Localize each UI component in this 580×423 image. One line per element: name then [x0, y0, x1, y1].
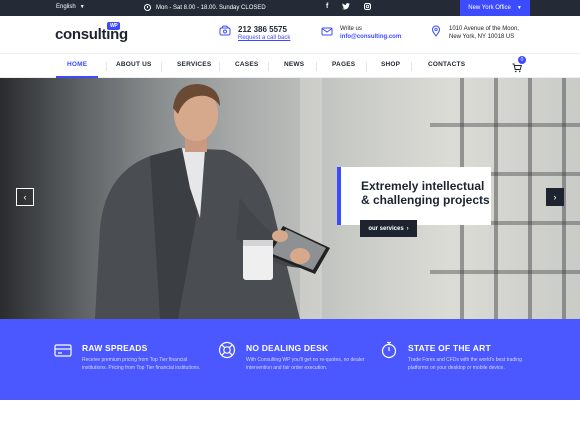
nav-divider: [219, 62, 220, 71]
facebook-icon[interactable]: f: [326, 3, 328, 10]
phone-number: 212 386 5575: [238, 25, 287, 34]
address-line-2: New York, NY 10018 US: [449, 34, 515, 40]
chevron-down-icon: ▼: [79, 4, 85, 10]
cart-button[interactable]: 0: [512, 56, 526, 73]
nav-divider: [161, 62, 162, 71]
language-select[interactable]: English ▼: [56, 4, 85, 10]
chevron-right-icon: ›: [553, 192, 557, 202]
nav-item-cases[interactable]: CASES: [235, 61, 258, 68]
nav-item-shop[interactable]: SHOP: [381, 61, 400, 68]
nav-divider: [366, 62, 367, 71]
slider-prev-button[interactable]: ‹: [16, 188, 34, 206]
cart-count-badge: 0: [518, 56, 526, 64]
our-services-label: our services: [368, 225, 404, 232]
feature-title: RAW SPREADS: [82, 343, 148, 353]
email-info: Write us info@consulting.com: [321, 25, 401, 41]
map-pin-icon: [431, 25, 441, 37]
feature-title: STATE OF THE ART: [408, 343, 491, 353]
address-line-1: 1010 Avenue of the Moon,: [449, 26, 519, 32]
twitter-icon[interactable]: [342, 3, 351, 10]
clock-icon: [144, 4, 151, 11]
cart-icon: [512, 63, 522, 73]
hero-headline-line-1: Extremely intellectual: [361, 179, 485, 193]
address-info: 1010 Avenue of the Moon, New York, NY 10…: [430, 25, 519, 41]
nav-item-services[interactable]: SERVICES: [177, 61, 211, 68]
hero-headline-line-2: & challenging projects: [361, 193, 490, 207]
phone-icon: [219, 25, 231, 36]
site-header: consulting WP 212 386 5575 Request a cal…: [0, 16, 580, 53]
chevron-down-icon: ▼: [516, 5, 522, 11]
chevron-right-icon: ›: [406, 225, 409, 232]
opening-hours-text: Mon - Sat 8.00 - 18.00. Sunday CLOSED: [156, 4, 266, 11]
features-strip: RAW SPREADS Receive premium pricing from…: [0, 319, 580, 400]
card-icon: [54, 344, 72, 357]
site-logo[interactable]: consulting WP: [55, 22, 128, 43]
feature-title: NO DEALING DESK: [246, 343, 329, 353]
phone-info: 212 386 5575 Request a call back: [219, 25, 290, 42]
nav-item-pages[interactable]: PAGES: [332, 61, 355, 68]
page-bottom-area: [0, 400, 580, 423]
nav-item-about-us[interactable]: ABOUT US: [116, 61, 152, 68]
social-links: f: [326, 3, 372, 10]
feature-description: Trade Forex and CFDs with the world's be…: [408, 357, 522, 371]
write-us-label: Write us: [340, 26, 362, 32]
slider-next-button[interactable]: ›: [546, 188, 564, 206]
top-bar: English ▼ Mon - Sat 8.00 - 18.00. Sunday…: [0, 0, 580, 16]
nav-item-contacts[interactable]: CONTACTS: [428, 61, 465, 68]
chevron-left-icon: ‹: [23, 192, 27, 202]
office-select[interactable]: New York Office ▼: [460, 0, 530, 16]
hero-callout: Extremely intellectual & challenging pro…: [337, 167, 491, 225]
stopwatch-icon: [381, 341, 397, 359]
logo-badge: WP: [107, 22, 121, 30]
mail-icon: [321, 27, 333, 36]
nav-item-news[interactable]: NEWS: [284, 61, 304, 68]
language-label: English: [56, 4, 76, 10]
opening-hours: Mon - Sat 8.00 - 18.00. Sunday CLOSED: [144, 4, 266, 11]
our-services-button[interactable]: our services ›: [360, 220, 417, 237]
businessman-photo: [95, 78, 330, 319]
feature-description: Receive premium pricing from Top Tier fi…: [82, 357, 201, 371]
nav-divider: [106, 62, 107, 71]
nav-item-home[interactable]: HOME: [67, 61, 87, 68]
hero-slider: ‹ › Extremely intellectual & challenging…: [0, 78, 580, 319]
lifebuoy-icon: [218, 341, 236, 359]
feature-description: With Consulting WP you'll get no re-quot…: [246, 357, 365, 371]
nav-divider: [316, 62, 317, 71]
call-back-link[interactable]: Request a call back: [238, 34, 290, 42]
email-link[interactable]: info@consulting.com: [340, 33, 401, 41]
nav-divider: [411, 62, 412, 71]
main-nav: HOME ABOUT US SERVICES CASES NEWS PAGES …: [0, 53, 580, 78]
nav-divider: [268, 62, 269, 71]
office-select-label: New York Office: [468, 5, 511, 11]
instagram-icon[interactable]: [364, 3, 372, 10]
